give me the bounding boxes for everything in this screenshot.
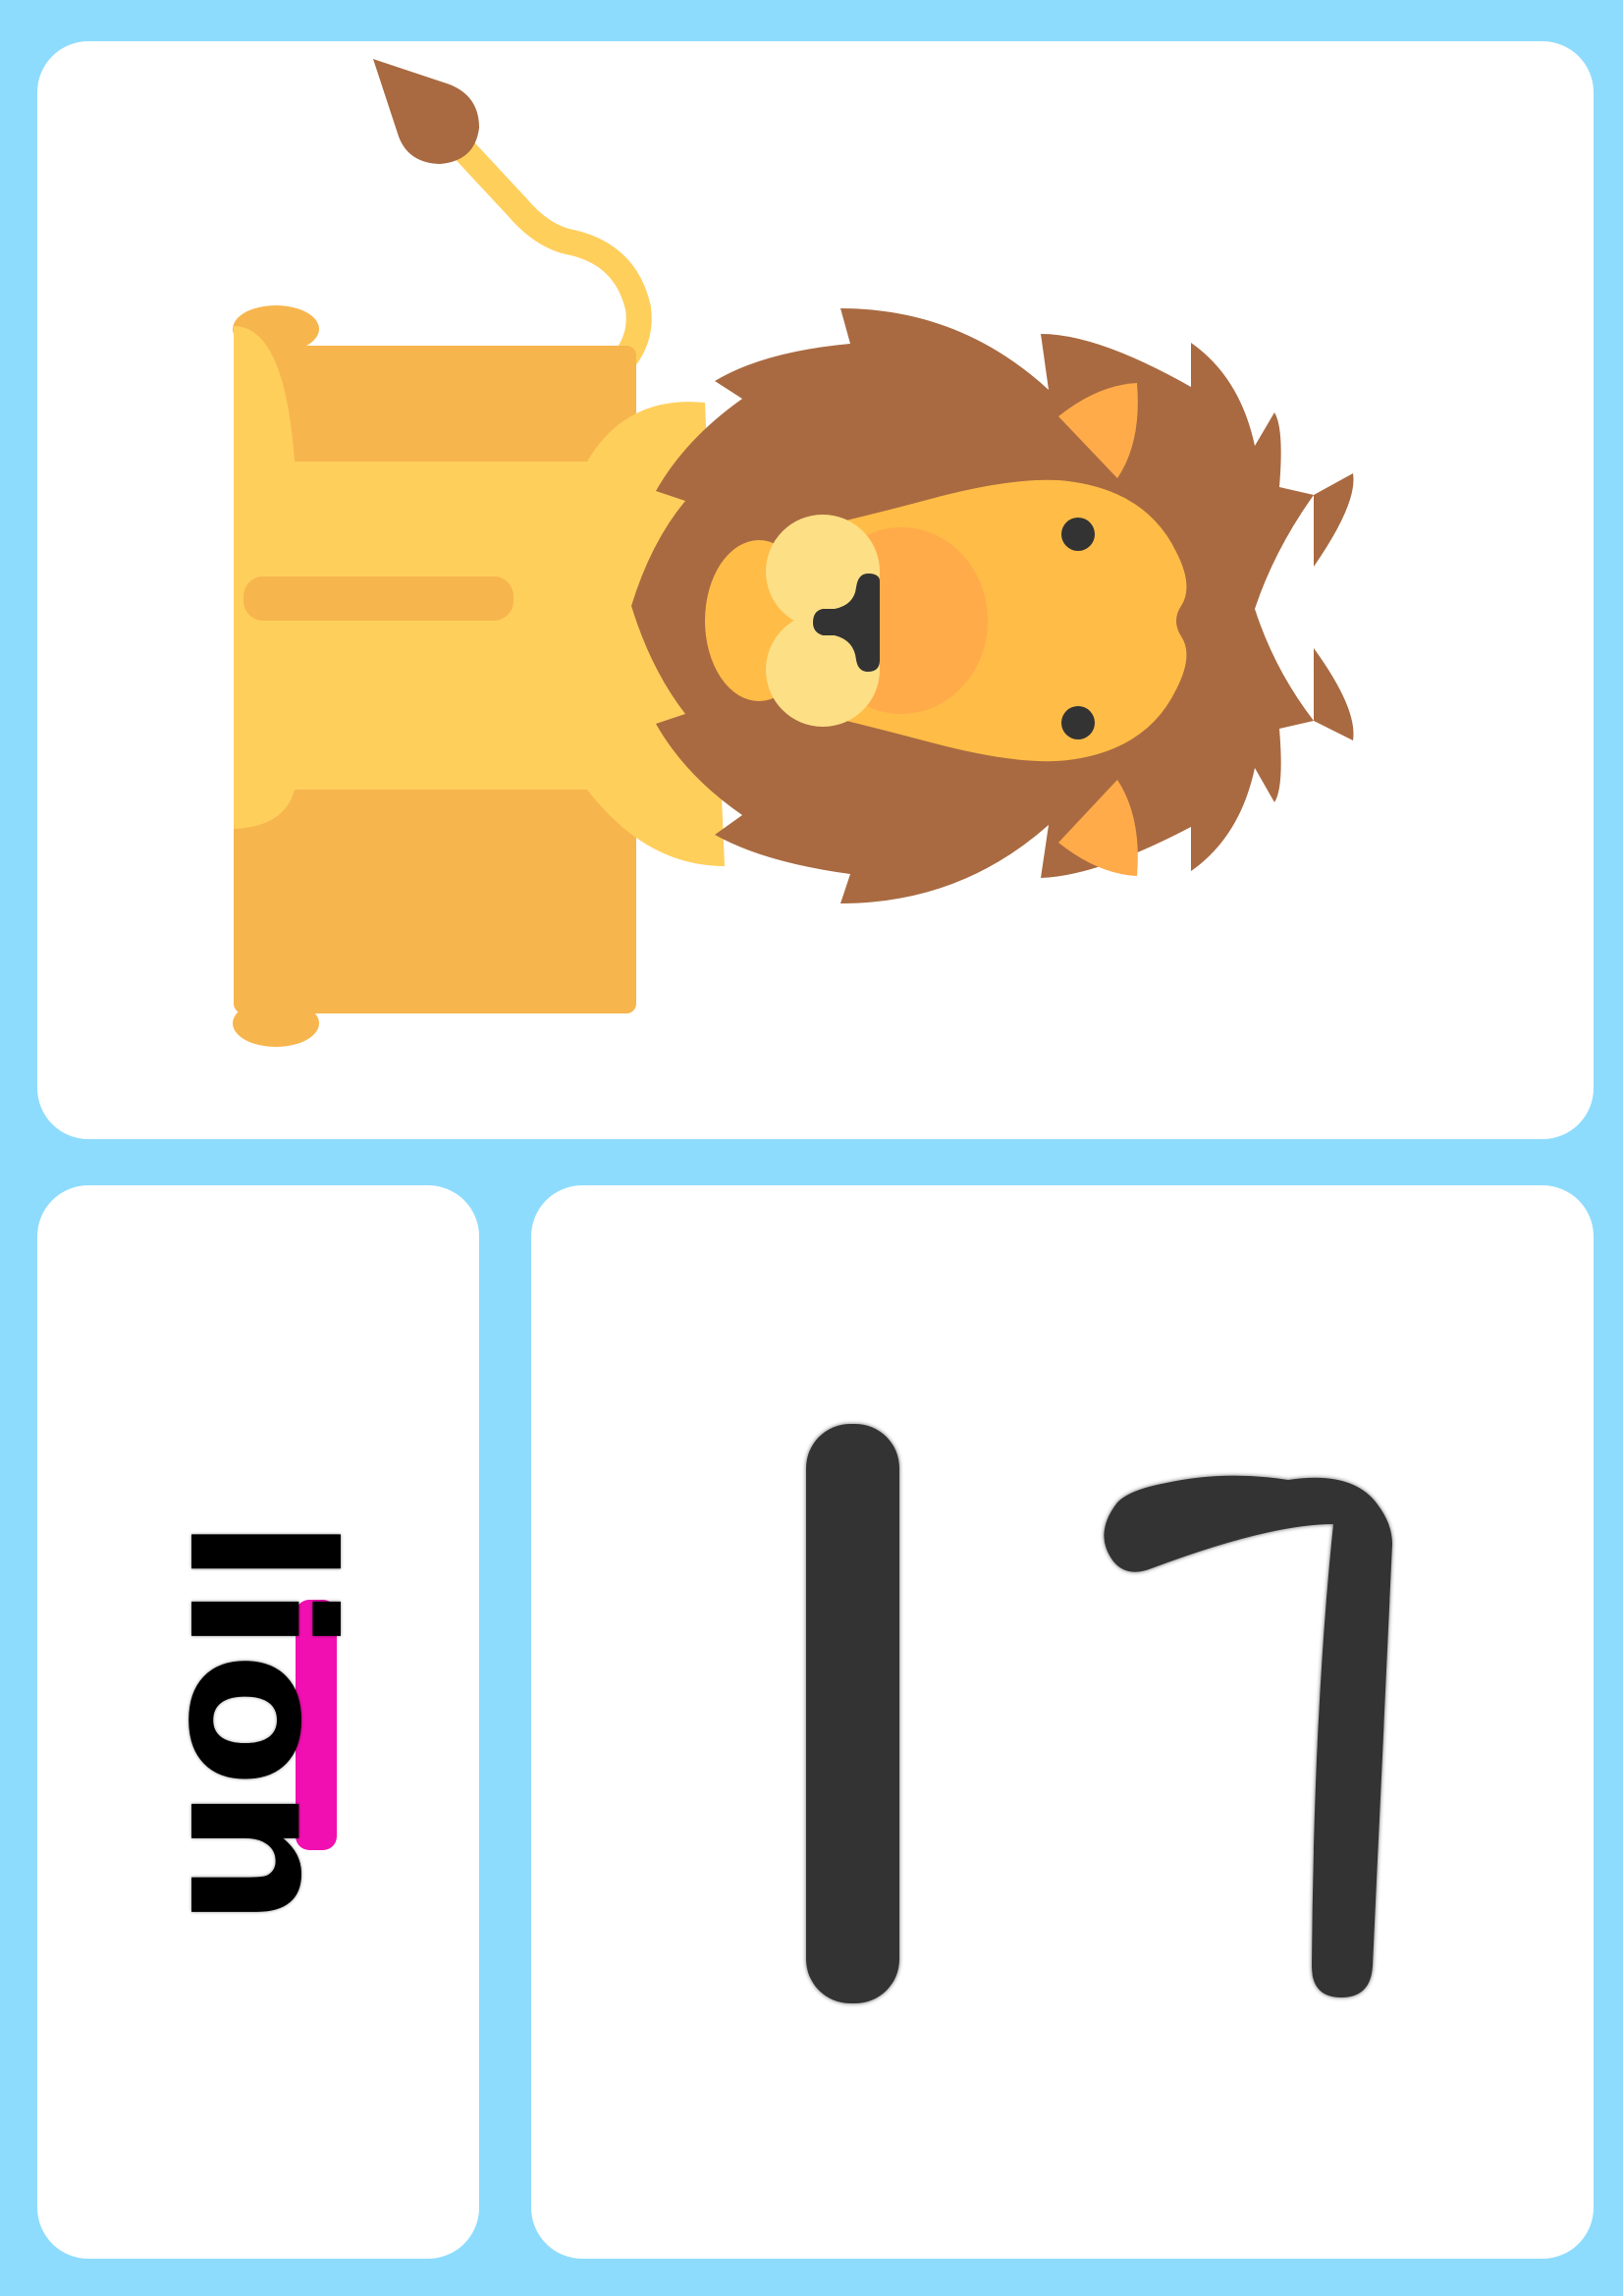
eye-top xyxy=(1061,518,1095,551)
word-label: lion xyxy=(144,1517,373,1927)
lion-illustration xyxy=(233,59,1354,1047)
mane-tip-top xyxy=(1314,473,1354,567)
mane-tip-bottom xyxy=(1314,648,1354,740)
letter-stroke-curve xyxy=(1104,1475,1392,1997)
eye-bottom xyxy=(1061,706,1095,739)
tail-tuft xyxy=(373,59,479,164)
tail-stroke xyxy=(437,122,652,393)
illustration-panel xyxy=(37,41,1594,1139)
belly-stripe xyxy=(243,576,514,621)
letter-l-shape xyxy=(806,1424,1392,2003)
letter-stroke-bar xyxy=(806,1424,899,2003)
letter-glyph xyxy=(806,1424,1392,2003)
lion-tail xyxy=(373,59,652,393)
paw-bottom xyxy=(233,1000,319,1047)
word-panel: lion xyxy=(37,1185,479,2259)
letter-panel xyxy=(531,1185,1594,2259)
word-rotator: lion xyxy=(144,1517,373,1927)
lion-body xyxy=(233,305,725,1047)
